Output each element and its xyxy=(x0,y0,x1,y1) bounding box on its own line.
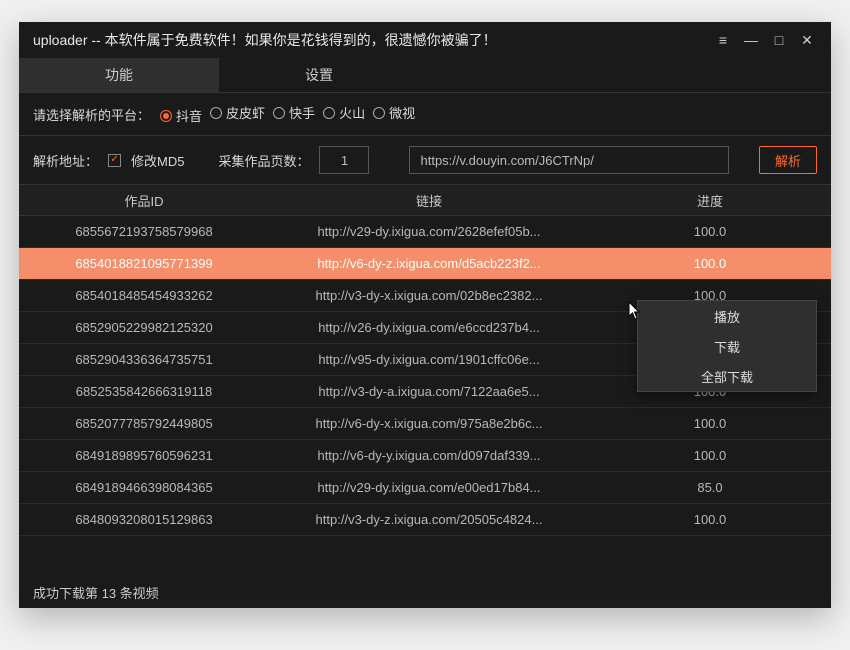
platform-row: 请选择解析的平台： 抖音 皮皮虾 快手 火山 微视 xyxy=(19,93,831,135)
cell-id: 6854018821095771399 xyxy=(19,256,269,271)
cell-progress: 100.0 xyxy=(589,224,831,239)
table-row[interactable]: 6848093208015129863http://v3-dy-z.ixigua… xyxy=(19,504,831,536)
cell-link: http://v29-dy.ixigua.com/e00ed17b84... xyxy=(269,480,589,495)
ctx-download[interactable]: 下载 xyxy=(638,331,816,361)
cell-link: http://v29-dy.ixigua.com/2628efef05b... xyxy=(269,224,589,239)
context-menu: 播放 下载 全部下载 xyxy=(637,300,817,392)
cell-link: http://v95-dy.ixigua.com/1901cffc06e... xyxy=(269,352,589,367)
tab-settings[interactable]: 设置 xyxy=(219,58,419,92)
radio-label: 微视 xyxy=(389,103,415,122)
cell-link: http://v3-dy-a.ixigua.com/7122aa6e5... xyxy=(269,384,589,399)
cell-progress: 100.0 xyxy=(589,448,831,463)
table-row[interactable]: 6849189895760596231http://v6-dy-y.ixigua… xyxy=(19,440,831,472)
cell-id: 6849189895760596231 xyxy=(19,448,269,463)
cell-id: 6855672193758579968 xyxy=(19,224,269,239)
cell-progress: 100.0 xyxy=(589,416,831,431)
cell-id: 6852904336364735751 xyxy=(19,352,269,367)
parse-row: 解析地址： 修改MD5 采集作品页数： 解析 xyxy=(19,136,831,184)
parse-button[interactable]: 解析 xyxy=(759,146,817,174)
parse-addr-label: 解析地址： xyxy=(33,151,98,170)
radio-dot-icon xyxy=(273,107,285,119)
platform-radio-1[interactable]: 皮皮虾 xyxy=(210,103,265,122)
radio-label: 火山 xyxy=(339,103,365,122)
grid-header: 作品ID 链接 进度 xyxy=(19,184,831,216)
cell-id: 6854018485454933262 xyxy=(19,288,269,303)
radio-dot-icon xyxy=(323,107,335,119)
url-input[interactable] xyxy=(409,146,729,174)
table-row[interactable]: 6854018821095771399http://v6-dy-z.ixigua… xyxy=(19,248,831,280)
radio-dot-icon xyxy=(373,107,385,119)
cell-id: 6852535842666319118 xyxy=(19,384,269,399)
titlebar[interactable]: uploader -- 本软件属于免费软件！如果你是花钱得到的，很遗憾你被骗了！… xyxy=(19,22,831,58)
ctx-play[interactable]: 播放 xyxy=(638,301,816,331)
table-row[interactable]: 6849189466398084365http://v29-dy.ixigua.… xyxy=(19,472,831,504)
cell-link: http://v6-dy-z.ixigua.com/d5acb223f2... xyxy=(269,256,589,271)
cell-progress: 85.0 xyxy=(589,480,831,495)
table-row[interactable]: 6852077785792449805http://v6-dy-x.ixigua… xyxy=(19,408,831,440)
tab-bar: 功能 设置 xyxy=(19,58,831,93)
cell-progress: 100.0 xyxy=(589,512,831,527)
cell-link: http://v6-dy-x.ixigua.com/975a8e2b6c... xyxy=(269,416,589,431)
col-id[interactable]: 作品ID xyxy=(19,191,269,210)
pages-label: 采集作品页数： xyxy=(218,151,309,170)
platform-radio-2[interactable]: 快手 xyxy=(273,103,315,122)
radio-label: 抖音 xyxy=(176,106,202,125)
md5-checkbox[interactable] xyxy=(108,154,121,167)
cell-id: 6852905229982125320 xyxy=(19,320,269,335)
cell-link: http://v3-dy-z.ixigua.com/20505c4824... xyxy=(269,512,589,527)
platform-radio-4[interactable]: 微视 xyxy=(373,103,415,122)
menu-icon[interactable]: ≡ xyxy=(709,26,737,54)
pages-input[interactable] xyxy=(319,146,369,174)
cell-link: http://v3-dy-x.ixigua.com/02b8ec2382... xyxy=(269,288,589,303)
cell-link: http://v6-dy-y.ixigua.com/d097daf339... xyxy=(269,448,589,463)
window-title: uploader -- 本软件属于免费软件！如果你是花钱得到的，很遗憾你被骗了！ xyxy=(33,30,709,50)
platform-radio-3[interactable]: 火山 xyxy=(323,103,365,122)
radio-label: 皮皮虾 xyxy=(226,103,265,122)
ctx-download-all[interactable]: 全部下载 xyxy=(638,361,816,391)
cell-id: 6849189466398084365 xyxy=(19,480,269,495)
md5-label: 修改MD5 xyxy=(131,151,184,170)
col-link[interactable]: 链接 xyxy=(269,191,589,210)
radio-dot-icon xyxy=(160,110,172,122)
col-progress[interactable]: 进度 xyxy=(589,191,831,210)
cell-progress: 100.0 xyxy=(589,256,831,271)
cell-id: 6852077785792449805 xyxy=(19,416,269,431)
cell-id: 6848093208015129863 xyxy=(19,512,269,527)
radio-label: 快手 xyxy=(289,103,315,122)
platform-label: 请选择解析的平台： xyxy=(33,105,150,124)
maximize-icon[interactable]: □ xyxy=(765,26,793,54)
cell-link: http://v26-dy.ixigua.com/e6ccd237b4... xyxy=(269,320,589,335)
table-row[interactable]: 6855672193758579968http://v29-dy.ixigua.… xyxy=(19,216,831,248)
minimize-icon[interactable]: — xyxy=(737,26,765,54)
platform-radio-0[interactable]: 抖音 xyxy=(160,106,202,125)
radio-dot-icon xyxy=(210,107,222,119)
status-bar: 成功下载第 13 条视频 xyxy=(19,576,831,608)
tab-features[interactable]: 功能 xyxy=(19,58,219,92)
status-text: 成功下载第 13 条视频 xyxy=(33,583,159,602)
close-icon[interactable]: ✕ xyxy=(793,26,821,54)
